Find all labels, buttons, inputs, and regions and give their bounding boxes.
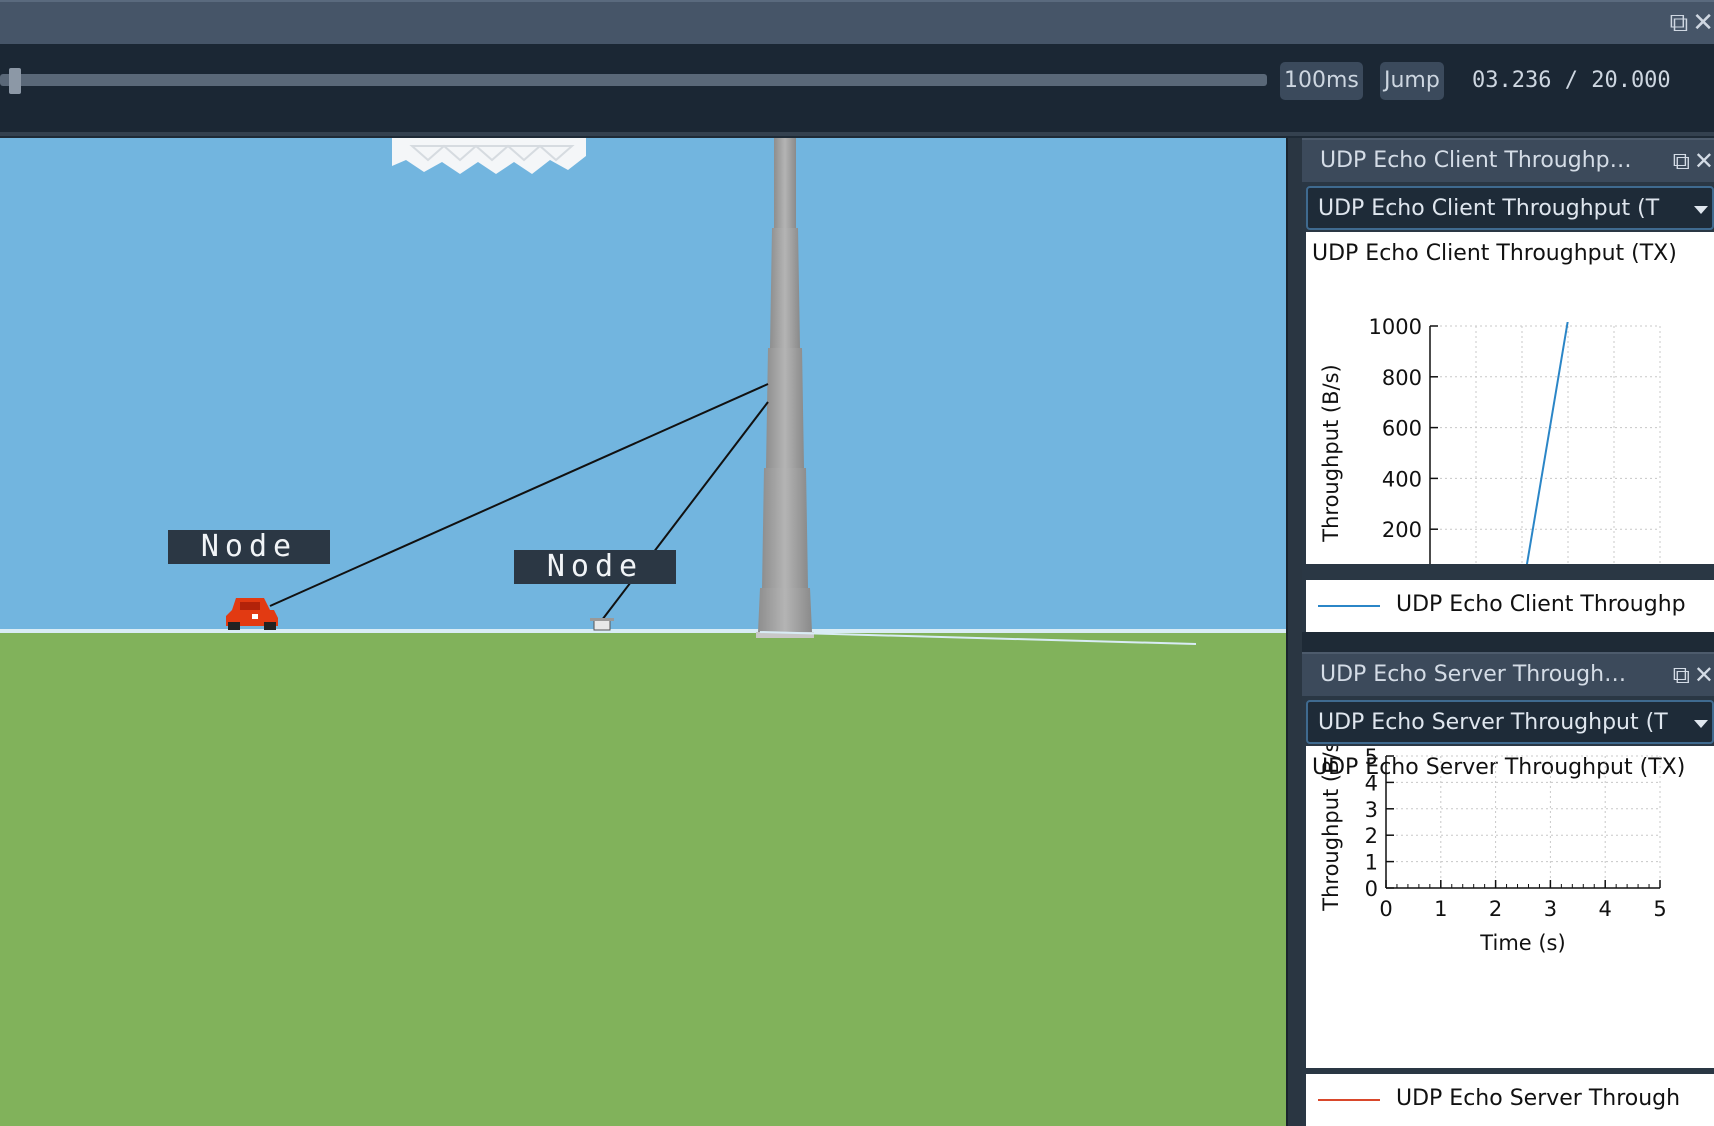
server-throughput-chart: UDP Echo Server Throughput (TX)0 1 2 3 4 5012… (1312, 746, 1685, 955)
time-slider-handle[interactable] (9, 68, 21, 94)
series-select[interactable]: UDP Echo Client Throughput (T (1306, 186, 1714, 230)
y-tick-label: 5 (1365, 746, 1378, 769)
jump-button[interactable]: Jump (1380, 62, 1444, 100)
y-axis-label: Throughput (B/s) (1319, 364, 1343, 542)
car-node[interactable] (224, 596, 280, 630)
chart-title: UDP Echo Client Throughput (TX) (1312, 241, 1677, 266)
scene-view[interactable]: Node Node (0, 138, 1286, 1126)
panel-title: UDP Echo Server Through… (1320, 662, 1627, 687)
x-tick-label: 1 (1434, 897, 1447, 921)
legend-swatch (1318, 605, 1380, 607)
panel-buttons: ⧉ ✕ (1673, 146, 1714, 176)
y-tick-label: 1 (1365, 851, 1378, 875)
y-tick-label: 600 (1382, 417, 1422, 441)
series-select[interactable]: UDP Echo Server Throughput (T (1306, 700, 1714, 744)
chevron-down-icon[interactable] (1694, 206, 1708, 214)
playback-bar: 100ms Jump 03.236 / 20.000 (0, 44, 1714, 136)
legend-label: UDP Echo Server Through (1396, 1086, 1681, 1111)
time-display: 03.236 / 20.000 (1472, 68, 1671, 93)
y-tick-label: 2 (1365, 824, 1378, 848)
chart-area: UDP Echo Client Throughput (TX)012345020… (1306, 232, 1714, 564)
y-axis-label: Throughput (B/s) (1319, 746, 1343, 912)
close-icon[interactable]: ✕ (1694, 146, 1714, 176)
panel-title: UDP Echo Client Throughp… (1320, 148, 1632, 173)
panel-buttons: ⧉ ✕ (1673, 660, 1714, 690)
y-tick-label: 800 (1382, 366, 1422, 390)
series-line (1525, 322, 1569, 564)
chart-area: UDP Echo Server Throughput (TX) 0 1 2 3 4 5 0 1 2… (1306, 746, 1714, 1068)
x-axis-label: Time (s) (1479, 931, 1565, 955)
y-tick-label: 0 (1365, 877, 1378, 901)
x-tick-label: 5 (1653, 897, 1666, 921)
tower-shadow (759, 631, 1197, 645)
panel-header: UDP Echo Client Throughp… ⧉ ✕ (1302, 138, 1714, 182)
client-throughput-chart: UDP Echo Client Throughput (TX)012345020… (1312, 241, 1677, 564)
splitter[interactable] (1286, 138, 1302, 1126)
restore-icon[interactable]: ⧉ (1673, 660, 1690, 690)
window-titlebar: ⧉ ✕ (0, 0, 1714, 44)
step-size-button[interactable]: 100ms (1280, 62, 1363, 100)
window-buttons: ⧉ ✕ (1670, 8, 1714, 38)
node-label: Node (168, 530, 330, 564)
panel-header: UDP Echo Server Through… ⧉ ✕ (1302, 652, 1714, 696)
restore-icon[interactable]: ⧉ (1670, 8, 1689, 38)
x-tick-label: 0 (1379, 897, 1392, 921)
legend-swatch (1318, 1099, 1380, 1101)
time-slider[interactable] (0, 74, 1267, 86)
legend-label: UDP Echo Client Throughp (1396, 592, 1686, 617)
chart-legend: UDP Echo Server Through (1306, 1074, 1714, 1126)
x-tick-label: 2 (1489, 897, 1502, 921)
series-select-value: UDP Echo Server Throughput (T (1318, 710, 1668, 735)
close-icon[interactable]: ✕ (1694, 660, 1714, 690)
link-device-tower (601, 401, 769, 621)
series-select-value: UDP Echo Client Throughput (T (1318, 196, 1660, 221)
y-tick-label: 3 (1365, 798, 1378, 822)
ground-device-node[interactable] (588, 616, 616, 632)
server-throughput-panel: UDP Echo Server Through… ⧉ ✕ UDP Echo Se… (1302, 652, 1714, 1126)
x-tick-label: 3 (1544, 897, 1557, 921)
node-label: Node (514, 550, 676, 584)
x-tick-label: 4 (1599, 897, 1612, 921)
y-tick-label: 4 (1365, 771, 1378, 795)
chevron-down-icon[interactable] (1694, 720, 1708, 728)
close-icon[interactable]: ✕ (1692, 8, 1714, 38)
y-tick-label: 1000 (1369, 315, 1422, 339)
y-tick-label: 400 (1382, 467, 1422, 491)
client-throughput-panel: UDP Echo Client Throughp… ⧉ ✕ UDP Echo C… (1302, 138, 1714, 632)
chart-legend: UDP Echo Client Throughp (1306, 580, 1714, 632)
y-tick-label: 200 (1382, 518, 1422, 542)
link-lines (269, 383, 1197, 645)
restore-icon[interactable]: ⧉ (1673, 146, 1690, 176)
